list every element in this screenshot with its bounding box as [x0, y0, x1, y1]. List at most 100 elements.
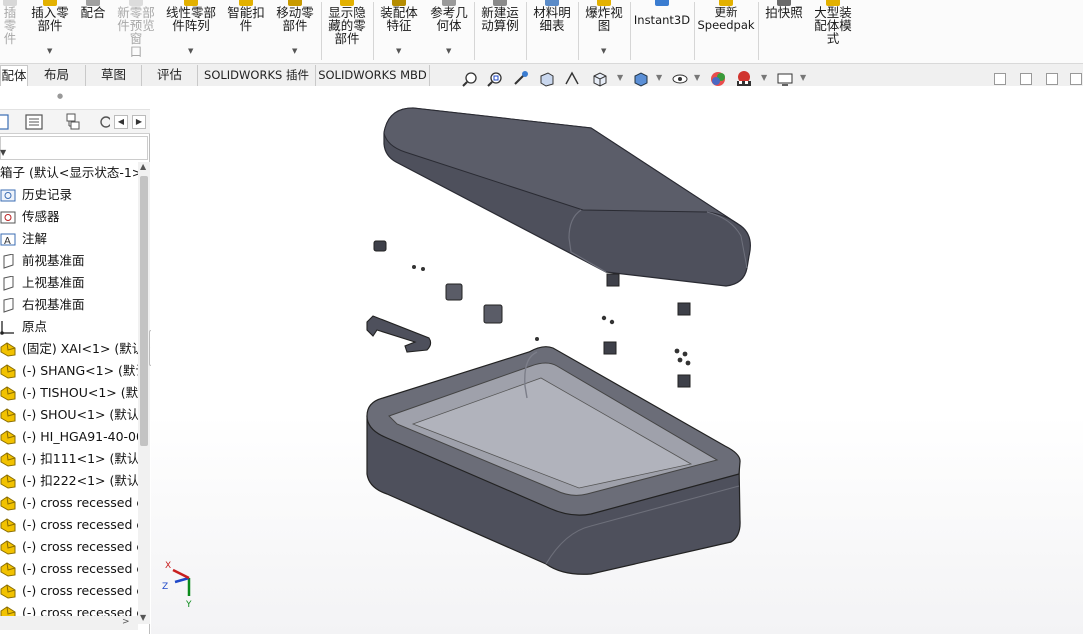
- display-style-icon[interactable]: [632, 70, 650, 88]
- tree-scrollbar-thumb[interactable]: [140, 176, 148, 446]
- triad-x-label: X: [165, 561, 171, 571]
- section-view-icon[interactable]: [538, 70, 556, 88]
- chevron-down-icon[interactable]: ▼: [800, 73, 806, 82]
- chevron-down-icon[interactable]: ▼: [188, 45, 193, 58]
- ribbon-separator: [578, 2, 579, 60]
- large-assembly-icon: [826, 0, 840, 6]
- ribbon-button-mate[interactable]: 配合: [76, 0, 110, 62]
- ribbon-separator: [758, 2, 759, 60]
- part-icon: [0, 408, 16, 423]
- chevron-down-icon[interactable]: ▼: [694, 73, 700, 82]
- motion-study-icon: [493, 0, 507, 6]
- history-icon: [0, 189, 16, 202]
- ribbon-separator: [630, 2, 631, 60]
- filter-chevron-icon[interactable]: ▼: [0, 148, 6, 157]
- part-icon: [0, 386, 16, 401]
- part-icon: [0, 452, 16, 467]
- ribbon-button-show-hidden[interactable]: 显示隐 藏的零 部件: [324, 0, 370, 62]
- ribbon-button-large-assembly[interactable]: 大型装 配体模 式: [808, 0, 858, 62]
- annotation-icon: A: [0, 233, 16, 247]
- configuration-manager-tab[interactable]: [60, 112, 86, 132]
- tab-solidworks-addins[interactable]: SOLIDWORKS 插件: [198, 65, 316, 86]
- orientation-triad[interactable]: X Z Y: [162, 561, 192, 610]
- tab-solidworks-mbd[interactable]: SOLIDWORKS MBD: [316, 65, 430, 86]
- move-component-icon: [288, 0, 302, 6]
- instant3d-icon: [655, 0, 669, 6]
- ribbon-button-speedpak[interactable]: 更新 Speedpak: [697, 0, 755, 62]
- ribbon-button-assembly-features[interactable]: 装配体 特征 ▼: [376, 0, 422, 62]
- ribbon-button-linear-pattern[interactable]: 线性零部 件阵列 ▼: [162, 0, 220, 62]
- tab-assembly[interactable]: 配体: [0, 65, 28, 86]
- viewport-restore-icon[interactable]: [994, 73, 1006, 85]
- chevron-down-icon[interactable]: ▼: [47, 45, 52, 58]
- scroll-up-icon[interactable]: ▲: [140, 162, 146, 171]
- zoom-to-fit-icon[interactable]: [461, 70, 479, 88]
- ribbon-separator: [474, 2, 475, 60]
- scroll-down-icon[interactable]: ▼: [140, 613, 146, 622]
- part-icon: [0, 496, 16, 511]
- ribbon-separator: [526, 2, 527, 60]
- viewport-close-icon[interactable]: [1070, 73, 1082, 85]
- chevron-down-icon[interactable]: ▼: [396, 45, 401, 58]
- chevron-down-icon[interactable]: ▼: [601, 45, 606, 58]
- ribbon-button-snapshot[interactable]: 拍快照: [761, 0, 807, 62]
- ribbon-separator: [321, 2, 322, 60]
- speedpak-icon: [719, 0, 733, 6]
- show-hidden-icon: [340, 0, 354, 6]
- hide-show-items-icon[interactable]: [671, 70, 689, 88]
- ribbon-button-reference-geometry[interactable]: 参考几 何体 ▼: [426, 0, 472, 62]
- ribbon-button-instant3d[interactable]: Instant3D: [633, 0, 691, 62]
- ribbon-button-move-component[interactable]: 移动零 部件 ▼: [272, 0, 318, 62]
- ribbon-button-insert-parts[interactable]: 插零 件: [0, 0, 20, 62]
- chevron-down-icon[interactable]: ▼: [761, 73, 767, 82]
- ribbon-button-exploded-view[interactable]: 爆炸视 图 ▼: [581, 0, 627, 62]
- tab-sketch[interactable]: 草图: [86, 65, 142, 86]
- reference-geometry-icon: [442, 0, 456, 6]
- collapse-dot-icon[interactable]: ●: [57, 92, 63, 100]
- dimxpert-tab[interactable]: [96, 112, 112, 132]
- lid-part[interactable]: [383, 107, 751, 287]
- feature-tree: 箱子 (默认<显示状态-1> 历史记录 传感器 A 注解 前视基准面 上视基准面…: [0, 165, 138, 621]
- origin-icon: [0, 321, 14, 335]
- chevron-down-icon[interactable]: ▼: [292, 45, 297, 58]
- tab-scroll-right-button[interactable]: ▶: [132, 115, 146, 129]
- tree-filter-input[interactable]: [0, 136, 148, 160]
- zoom-to-area-icon[interactable]: [486, 70, 504, 88]
- part-icon: [0, 518, 16, 533]
- ribbon-button-motion-study[interactable]: 新建运 动算例: [477, 0, 523, 62]
- property-manager-tab[interactable]: [22, 112, 48, 132]
- edit-appearance-icon[interactable]: [709, 70, 727, 88]
- exploded-assembly-model[interactable]: X Z Y: [151, 86, 1083, 634]
- chevron-down-icon[interactable]: ▼: [656, 73, 662, 82]
- component-preview-icon: [129, 0, 143, 6]
- graphics-viewport[interactable]: X Z Y: [151, 86, 1083, 634]
- tab-scroll-left-button[interactable]: ◀: [114, 115, 128, 129]
- part-icon: [0, 540, 16, 555]
- handle-part[interactable]: [366, 315, 432, 353]
- apply-scene-icon[interactable]: [735, 70, 753, 88]
- viewport-maximize-icon[interactable]: [1046, 73, 1058, 85]
- ribbon-button-component-preview[interactable]: 新零部 件预览窗 口: [112, 0, 160, 62]
- panel-header: ●: [0, 86, 150, 110]
- triad-y-label: Y: [185, 600, 192, 610]
- triad-z-label: Z: [162, 582, 168, 592]
- previous-view-icon[interactable]: [512, 70, 530, 88]
- panel-tab-strip: ◀ ▶: [0, 110, 150, 134]
- dynamic-annotation-icon[interactable]: [563, 70, 581, 88]
- ribbon-separator: [373, 2, 374, 60]
- view-settings-icon[interactable]: [776, 70, 794, 88]
- sensor-icon: [0, 211, 16, 224]
- tab-layout[interactable]: 布局: [28, 65, 86, 86]
- view-orientation-icon[interactable]: [591, 70, 609, 88]
- ribbon-separator: [694, 2, 695, 60]
- ribbon-button-smart-fasteners[interactable]: 智能扣 件: [224, 0, 268, 62]
- ribbon-button-bom[interactable]: 材料明 细表: [529, 0, 575, 62]
- tab-evaluate[interactable]: 评估: [142, 65, 198, 86]
- chevron-down-icon[interactable]: ▼: [617, 73, 623, 82]
- tree-horizontal-scrollbar[interactable]: >: [0, 616, 138, 630]
- viewport-tile-icon[interactable]: [1020, 73, 1032, 85]
- ribbon-button-insert-component[interactable]: 插入零 部件 ▼: [26, 0, 74, 62]
- chevron-down-icon[interactable]: ▼: [446, 45, 451, 58]
- scroll-right-icon[interactable]: >: [122, 617, 130, 627]
- part-icon: [0, 562, 16, 577]
